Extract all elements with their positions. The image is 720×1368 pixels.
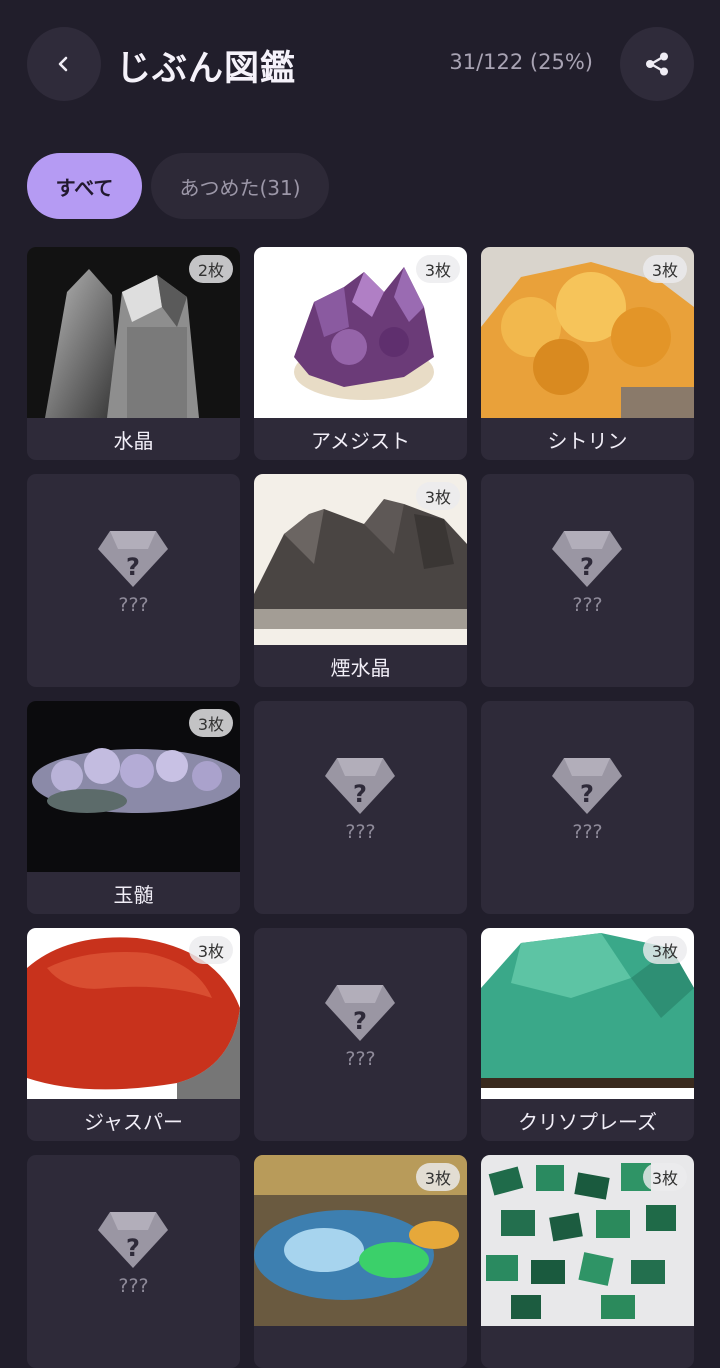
stone-card[interactable]: 3枚 シトリン (481, 247, 694, 460)
unknown-label: ??? (572, 594, 603, 616)
svg-text:?: ? (353, 1007, 367, 1035)
app-header: じぶん図鑑 31/122 (25%) (0, 0, 720, 130)
locked-stone-card[interactable]: ? ??? (254, 928, 467, 1141)
locked-stone-card[interactable]: ? ??? (27, 1155, 240, 1368)
page-title: じぶん図鑑 (116, 49, 297, 89)
count-badge: 2枚 (188, 255, 233, 283)
stone-name: アメジスト (311, 428, 410, 453)
locked-gem-icon: ? (98, 531, 168, 587)
collection-progress: 31/122 (25%) (449, 50, 593, 74)
locked-gem-icon: ? (325, 985, 395, 1041)
count-badge: 3枚 (642, 936, 687, 964)
locked-gem-icon: ? (325, 758, 395, 814)
locked-stone-card[interactable]: ? ??? (27, 474, 240, 687)
count-badge: 3枚 (188, 709, 233, 737)
locked-gem-icon: ? (98, 1212, 168, 1268)
back-button[interactable] (27, 27, 101, 101)
stone-name: クリソプレーズ (518, 1109, 657, 1134)
svg-text:?: ? (126, 1234, 140, 1262)
locked-stone-card[interactable]: ? ??? (481, 474, 694, 687)
chevron-left-icon (58, 56, 68, 72)
svg-text:?: ? (580, 553, 594, 581)
filter-all-tab[interactable]: すべて (27, 153, 142, 219)
stone-name: 玉髄 (113, 882, 154, 907)
unknown-label: ??? (118, 1275, 149, 1297)
stone-name: 煙水晶 (330, 655, 391, 680)
stone-card[interactable]: 3枚 玉髄 (27, 701, 240, 914)
stone-card[interactable]: 3枚 クリソプレーズ (481, 928, 694, 1141)
svg-text:?: ? (353, 780, 367, 808)
count-badge: 3枚 (415, 255, 460, 283)
stone-name: ジャスパー (84, 1109, 183, 1134)
unknown-label: ??? (345, 1048, 376, 1070)
locked-gem-icon: ? (552, 758, 622, 814)
stone-card[interactable]: 3枚 (481, 1155, 694, 1368)
unknown-label: ??? (572, 821, 603, 843)
svg-text:?: ? (580, 780, 594, 808)
stone-card[interactable]: 3枚 アメジスト (254, 247, 467, 460)
share-icon (646, 52, 668, 76)
stone-card[interactable]: 3枚 (254, 1155, 467, 1368)
unknown-label: ??? (118, 594, 149, 616)
stone-card[interactable]: 3枚 ジャスパー (27, 928, 240, 1141)
stone-grid: 2枚 水晶 3枚 アメジスト 3枚 シトリン ? ??? 3枚 煙水晶 ? ??… (27, 247, 694, 1368)
count-badge: 3枚 (642, 1163, 687, 1191)
locked-gem-icon: ? (552, 531, 622, 587)
svg-text:?: ? (126, 553, 140, 581)
stone-name: 水晶 (113, 428, 154, 453)
stone-name: シトリン (547, 428, 628, 453)
count-badge: 3枚 (415, 1163, 460, 1191)
share-button[interactable] (620, 27, 694, 101)
count-badge: 3枚 (642, 255, 687, 283)
filter-tabs: すべて あつめた(31) (27, 153, 329, 219)
locked-stone-card[interactable]: ? ??? (481, 701, 694, 914)
count-badge: 3枚 (415, 482, 460, 510)
unknown-label: ??? (345, 821, 376, 843)
count-badge: 3枚 (188, 936, 233, 964)
stone-card[interactable]: 2枚 水晶 (27, 247, 240, 460)
locked-stone-card[interactable]: ? ??? (254, 701, 467, 914)
filter-collected-tab[interactable]: あつめた(31) (151, 153, 329, 219)
stone-card[interactable]: 3枚 煙水晶 (254, 474, 467, 687)
